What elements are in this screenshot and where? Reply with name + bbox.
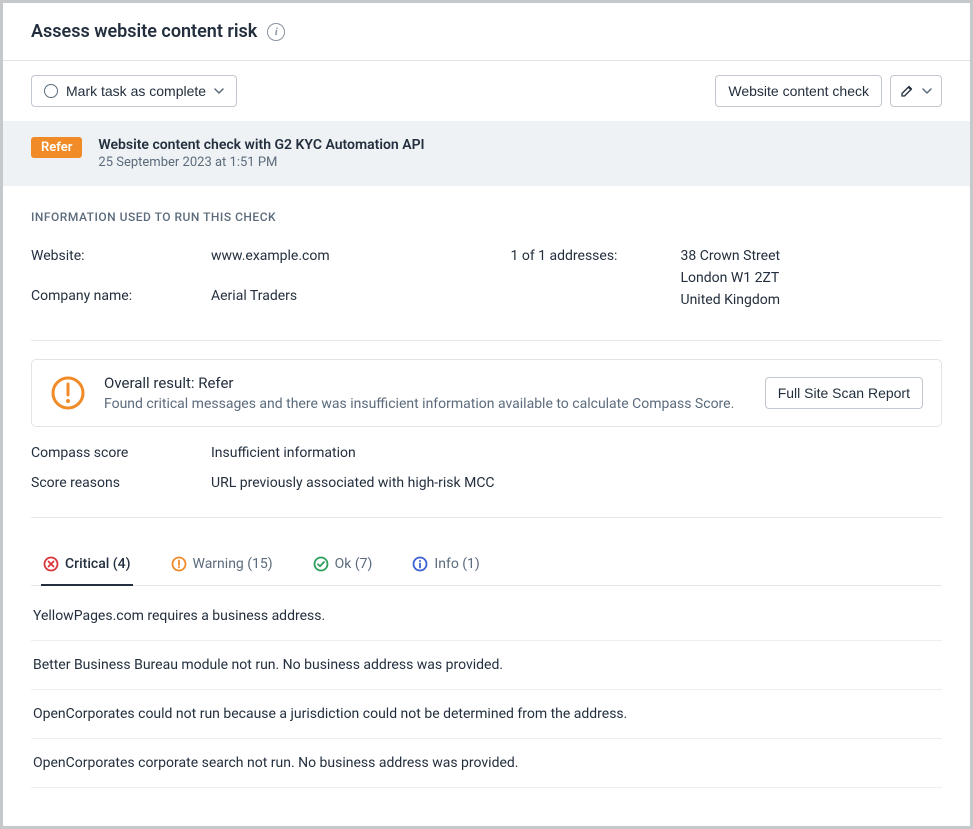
edit-dropdown-button[interactable] [890,75,942,107]
page-title: Assess website content risk [31,21,257,42]
result-text: Overall result: Refer Found critical mes… [104,374,747,412]
mark-complete-button[interactable]: Mark task as complete [31,75,237,107]
overall-result-box: Overall result: Refer Found critical mes… [31,359,942,427]
page-header: Assess website content risk i [3,3,970,61]
website-content-check-label: Website content check [728,83,869,99]
pencil-icon [900,84,914,98]
toolbar-right: Website content check [715,75,942,107]
message-item: YellowPages.com requires a business addr… [31,586,942,641]
website-label: Website: [31,248,211,274]
banner-date: 25 September 2023 at 1:51 PM [98,155,424,170]
address-lines: 38 Crown Street London W1 2ZT United Kin… [681,248,943,314]
messages-list: YellowPages.com requires a business addr… [31,586,942,788]
chevron-down-icon [922,88,932,94]
info-grid: Website: www.example.com Company name: A… [31,248,942,314]
divider [31,340,942,341]
ok-icon [313,556,329,572]
info-right: 1 of 1 addresses: 38 Crown Street London… [511,248,943,314]
message-item: Better Business Bureau module not run. N… [31,641,942,690]
tab-ok[interactable]: Ok (7) [311,544,375,586]
score-reasons-label: Score reasons [31,475,211,491]
company-label: Company name: [31,288,211,314]
result-description: Found critical messages and there was in… [104,396,747,412]
tab-warning-label: Warning (15) [193,556,273,572]
info-icon [412,556,428,572]
address-line: 38 Crown Street [681,248,943,264]
message-item: OpenCorporates could not run because a j… [31,690,942,739]
score-grid: Compass score Insufficient information S… [31,445,942,491]
warning-icon [171,556,187,572]
divider [31,517,942,518]
tab-ok-label: Ok (7) [335,556,373,572]
critical-icon [43,556,59,572]
status-badge: Refer [31,137,82,158]
result-title: Overall result: Refer [104,374,747,392]
info-section-title: INFORMATION USED TO RUN THIS CHECK [31,210,942,224]
info-section: INFORMATION USED TO RUN THIS CHECK Websi… [3,186,970,314]
full-site-scan-report-button[interactable]: Full Site Scan Report [765,377,923,409]
address-line: London W1 2ZT [681,270,943,286]
website-value: www.example.com [211,248,463,274]
message-item: OpenCorporates corporate search not run.… [31,739,942,788]
report-button-label: Full Site Scan Report [778,385,910,401]
addresses-label: 1 of 1 addresses: [511,248,681,314]
banner-title: Website content check with G2 KYC Automa… [98,137,424,153]
app-frame: Assess website content risk i Mark task … [0,0,973,829]
message-tabs: Critical (4) Warning (15) Ok (7) Info [31,544,942,586]
mark-complete-label: Mark task as complete [66,83,206,99]
company-value: Aerial Traders [211,288,463,314]
tab-critical-label: Critical (4) [65,556,131,572]
compass-score-label: Compass score [31,445,211,461]
circle-empty-icon [44,84,58,98]
tab-warning[interactable]: Warning (15) [169,544,275,586]
tab-info[interactable]: Info (1) [410,544,481,586]
info-left: Website: www.example.com Company name: A… [31,248,463,314]
banner-text: Website content check with G2 KYC Automa… [98,137,424,170]
result-banner: Refer Website content check with G2 KYC … [3,121,970,186]
address-line: United Kingdom [681,292,943,308]
website-content-check-button[interactable]: Website content check [715,75,882,107]
compass-score-value: Insufficient information [211,445,942,461]
warning-icon [50,375,86,411]
chevron-down-icon [214,88,224,94]
tab-info-label: Info (1) [434,556,479,572]
tab-critical[interactable]: Critical (4) [41,544,133,586]
info-icon[interactable]: i [267,23,285,41]
toolbar: Mark task as complete Website content ch… [3,61,970,121]
score-reasons-value: URL previously associated with high-risk… [211,475,942,491]
